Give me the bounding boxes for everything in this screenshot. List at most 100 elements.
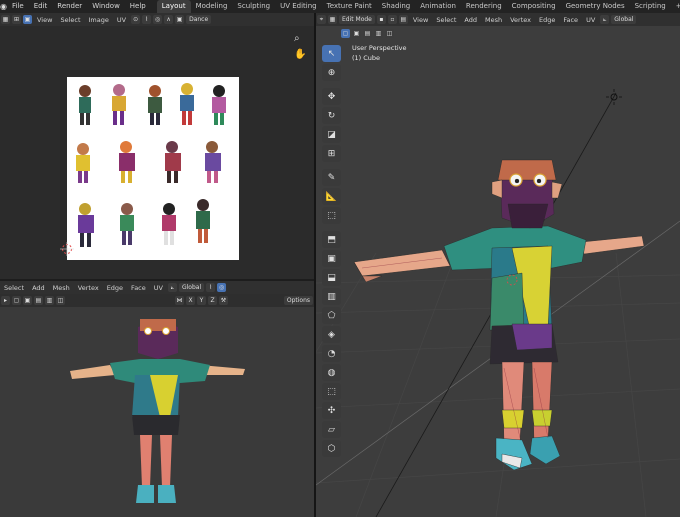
- select-invert-icon[interactable]: ◫: [385, 28, 394, 38]
- snap-icon[interactable]: ⌇: [142, 15, 152, 24]
- falloff-icon[interactable]: ∧: [164, 15, 174, 24]
- image-name-field[interactable]: Dance: [186, 15, 212, 24]
- select-new-icon[interactable]: ▢: [341, 28, 350, 38]
- pivot-icon[interactable]: ⊙: [131, 15, 141, 24]
- tab-sculpting[interactable]: Sculpting: [232, 0, 275, 13]
- select-intersect-icon[interactable]: ▥: [45, 296, 54, 305]
- axis-z-toggle[interactable]: Z: [208, 296, 217, 305]
- viewport-main-menu-face[interactable]: Face: [559, 16, 582, 24]
- tab-layout[interactable]: Layout: [156, 0, 191, 13]
- select-intersect-icon[interactable]: ▥: [374, 28, 383, 38]
- axis-x-toggle[interactable]: X: [186, 296, 195, 305]
- transform-tool-icon[interactable]: ⊞: [322, 145, 341, 162]
- mode-dropdown[interactable]: Edit Mode: [339, 15, 375, 24]
- orientation-dropdown[interactable]: Global: [611, 15, 637, 24]
- uv-menu-view[interactable]: View: [33, 16, 56, 24]
- edge-slide-tool-icon[interactable]: ⬚: [322, 383, 341, 400]
- viewport-main-menu-view[interactable]: View: [409, 16, 432, 24]
- add-workspace-button[interactable]: +: [671, 0, 680, 13]
- menu-edit[interactable]: Edit: [29, 0, 53, 13]
- viewport-small-menu-uv[interactable]: UV: [150, 284, 167, 292]
- inset-tool-icon[interactable]: ▣: [322, 250, 341, 267]
- rotate-tool-icon[interactable]: ↻: [322, 107, 341, 124]
- uv-menu-image[interactable]: Image: [85, 16, 113, 24]
- mode-icon[interactable]: ▦: [328, 15, 337, 24]
- light-icon[interactable]: [606, 89, 622, 105]
- select-mode-icon[interactable]: ▢: [12, 296, 21, 305]
- viewport-small-menu-vertex[interactable]: Vertex: [74, 284, 103, 292]
- menu-render[interactable]: Render: [52, 0, 87, 13]
- viewport-small-menu-add[interactable]: Add: [28, 284, 49, 292]
- smooth-tool-icon[interactable]: ◍: [322, 364, 341, 381]
- vertex-select-icon[interactable]: ▪: [376, 15, 386, 24]
- select-extend-icon[interactable]: ▣: [23, 296, 32, 305]
- viewport-small-menu-select[interactable]: Select: [0, 284, 28, 292]
- viewport-main-menu-vertex[interactable]: Vertex: [506, 16, 535, 24]
- snap-icon[interactable]: ⌇: [206, 283, 216, 292]
- shrink-fatten-tool-icon[interactable]: ✣: [322, 402, 341, 419]
- bevel-tool-icon[interactable]: ⬓: [322, 269, 341, 286]
- wrench-icon[interactable]: ⚒: [219, 296, 228, 305]
- play-icon[interactable]: ▸: [1, 296, 10, 305]
- uv-menu-uv[interactable]: UV: [113, 16, 130, 24]
- loop-cut-tool-icon[interactable]: ▥: [322, 288, 341, 305]
- hand-icon[interactable]: ✋: [294, 49, 306, 60]
- uv-select-icon[interactable]: ▣: [23, 15, 32, 24]
- character-model-main[interactable]: [352, 158, 652, 488]
- scale-tool-icon[interactable]: ◪: [322, 126, 341, 143]
- poly-build-tool-icon[interactable]: ◈: [322, 326, 341, 343]
- editor-type-icon[interactable]: ⌖: [317, 15, 326, 24]
- extrude-tool-icon[interactable]: ⬒: [322, 231, 341, 248]
- select-subtract-icon[interactable]: ▤: [34, 296, 43, 305]
- viewport-main-menu-uv[interactable]: UV: [582, 16, 599, 24]
- 2d-cursor-icon[interactable]: [60, 242, 74, 256]
- orientation-dropdown[interactable]: Global: [178, 283, 205, 292]
- blender-logo-icon[interactable]: ◉: [0, 0, 7, 13]
- tab-compositing[interactable]: Compositing: [507, 0, 561, 13]
- tab-animation[interactable]: Animation: [415, 0, 461, 13]
- viewport-main-menu-mesh[interactable]: Mesh: [481, 16, 506, 24]
- cursor-tool-icon[interactable]: ⊕: [322, 64, 341, 81]
- viewport-main-menu-edge[interactable]: Edge: [535, 16, 559, 24]
- tab-rendering[interactable]: Rendering: [461, 0, 507, 13]
- knife-tool-icon[interactable]: ⬠: [322, 307, 341, 324]
- menu-window[interactable]: Window: [87, 0, 125, 13]
- menu-help[interactable]: Help: [125, 0, 151, 13]
- menu-file[interactable]: File: [7, 0, 29, 13]
- uv-menu-select[interactable]: Select: [56, 16, 84, 24]
- orientation-icon[interactable]: ⟀: [600, 15, 610, 24]
- face-select-icon[interactable]: ▤: [398, 15, 408, 24]
- tab-texture-paint[interactable]: Texture Paint: [322, 0, 377, 13]
- options-dropdown[interactable]: Options: [283, 296, 313, 305]
- mirror-icon[interactable]: ⋈: [175, 296, 184, 305]
- tab-geometry-nodes[interactable]: Geometry Nodes: [561, 0, 630, 13]
- editor-type-icon[interactable]: ▦: [1, 15, 10, 24]
- character-model-small[interactable]: [60, 317, 260, 513]
- move-tool-icon[interactable]: ✥: [322, 88, 341, 105]
- uv-mode-icon[interactable]: ⊞: [12, 15, 21, 24]
- proportional-icon[interactable]: ◎: [217, 283, 227, 292]
- image-browse-icon[interactable]: ▣: [175, 15, 185, 24]
- measure-tool-icon[interactable]: 📐: [322, 188, 341, 205]
- shear-tool-icon[interactable]: ▱: [322, 421, 341, 438]
- viewport-small-menu-mesh[interactable]: Mesh: [49, 284, 74, 292]
- spin-tool-icon[interactable]: ◔: [322, 345, 341, 362]
- zoom-icon[interactable]: ⌕: [294, 33, 300, 44]
- orientation-icon[interactable]: ⟀: [167, 283, 177, 292]
- select-invert-icon[interactable]: ◫: [56, 296, 65, 305]
- viewport-main-menu-select[interactable]: Select: [432, 16, 460, 24]
- tab-uv-editing[interactable]: UV Editing: [275, 0, 322, 13]
- annotate-tool-icon[interactable]: ✎: [322, 169, 341, 186]
- tab-scripting[interactable]: Scripting: [630, 0, 671, 13]
- axis-y-toggle[interactable]: Y: [197, 296, 206, 305]
- viewport-small-menu-edge[interactable]: Edge: [103, 284, 127, 292]
- rip-tool-icon[interactable]: ⬡: [322, 440, 341, 457]
- select-subtract-icon[interactable]: ▤: [363, 28, 372, 38]
- viewport-small-menu-face[interactable]: Face: [127, 284, 150, 292]
- select-extend-icon[interactable]: ▣: [352, 28, 361, 38]
- tab-modeling[interactable]: Modeling: [191, 0, 233, 13]
- select-box-tool-icon[interactable]: ↖: [322, 45, 341, 62]
- edge-select-icon[interactable]: ▫: [387, 15, 397, 24]
- tab-shading[interactable]: Shading: [377, 0, 415, 13]
- add-cube-tool-icon[interactable]: ⬚: [322, 207, 341, 224]
